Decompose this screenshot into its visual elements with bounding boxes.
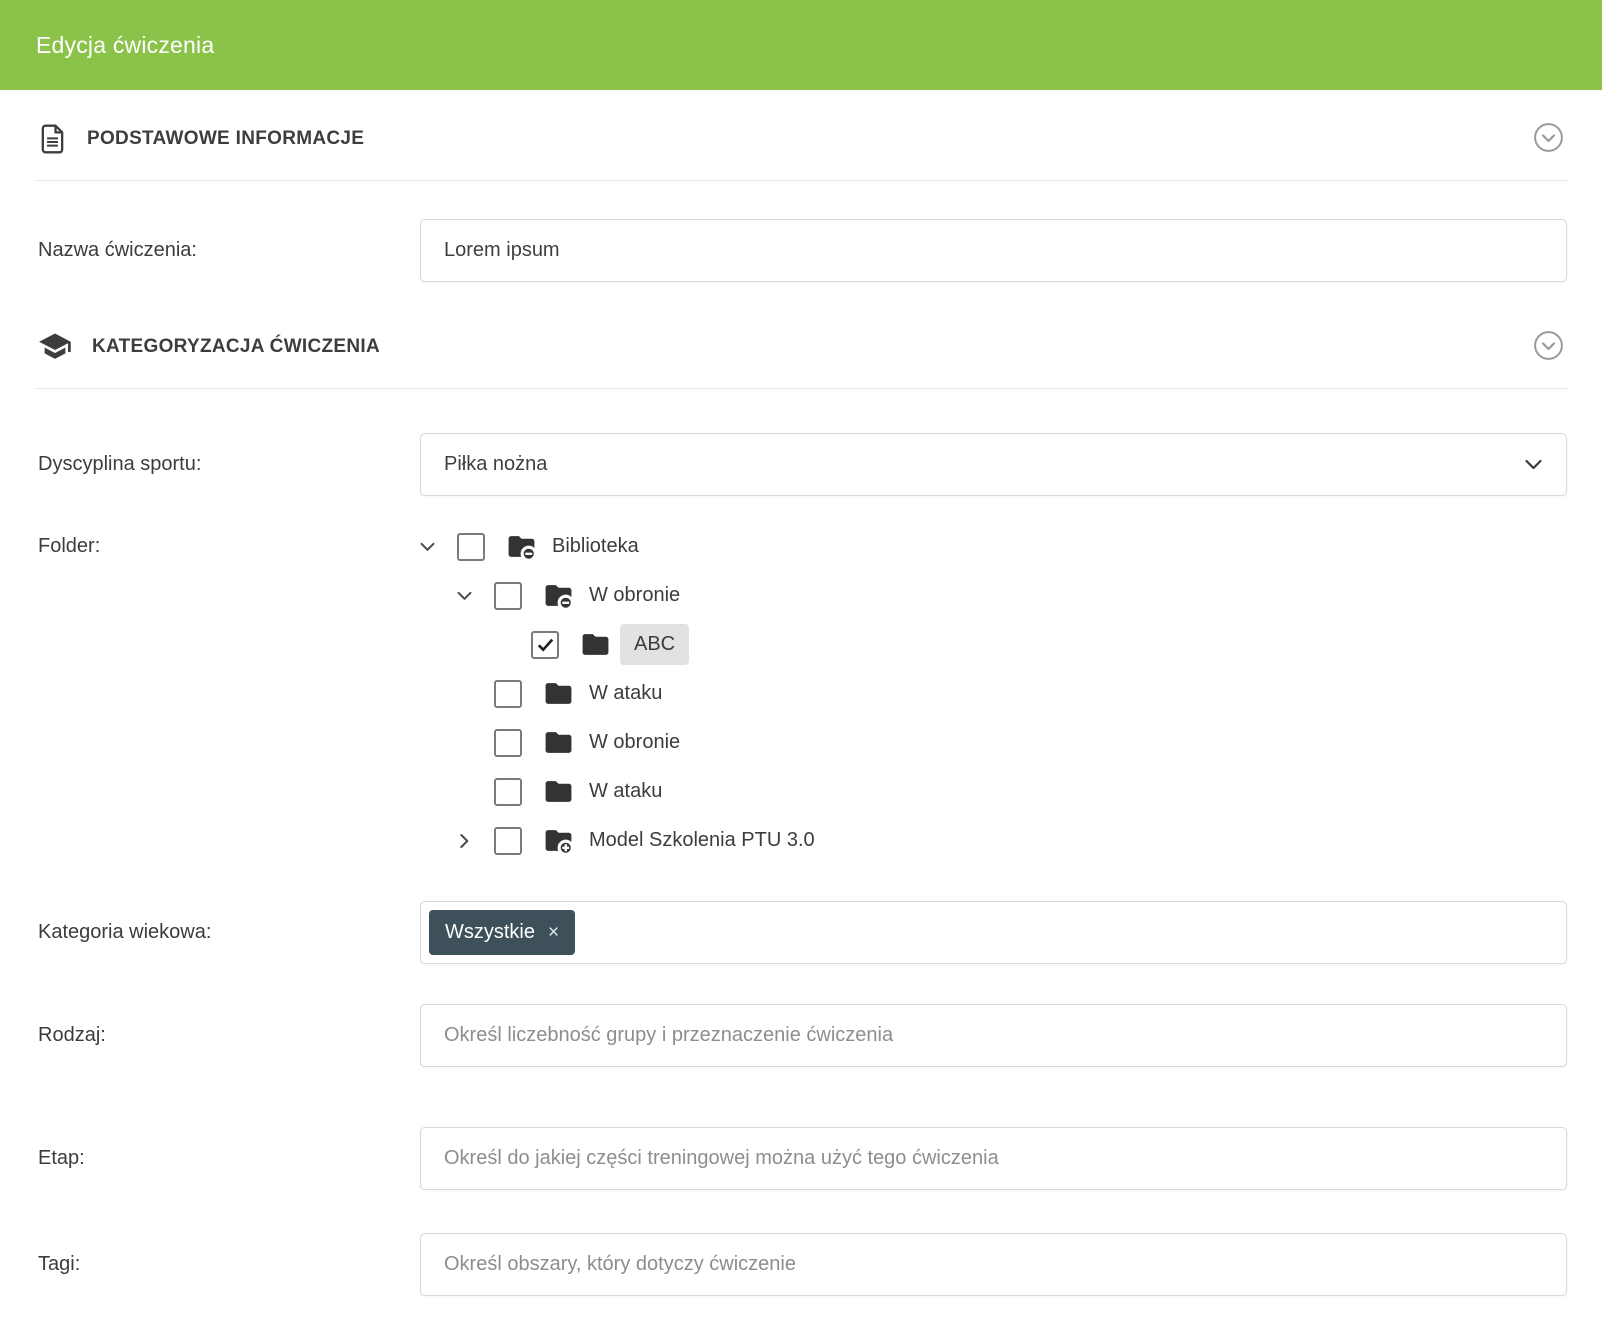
folder-icon [543, 678, 574, 709]
section-header-basic[interactable]: PODSTAWOWE INFORMACJE [35, 90, 1567, 181]
tree-item-label[interactable]: Biblioteka [552, 535, 639, 558]
name-label: Nazwa ćwiczenia: [35, 239, 420, 262]
tree-expander[interactable] [457, 591, 494, 601]
collapse-basic-button[interactable] [1533, 122, 1564, 156]
chevron-down-icon [1525, 459, 1542, 470]
selected-chip: Wszystkie × [429, 910, 575, 955]
kind-label: Rodzaj: [35, 1024, 420, 1047]
age-category-field-row: Kategoria wiekowa: Wszystkie × [35, 901, 1567, 964]
age-category-label: Kategoria wiekowa: [35, 921, 420, 944]
section-header-categorization[interactable]: KATEGORYZACJA ĆWICZENIA [35, 298, 1567, 389]
collapse-categorization-button[interactable] [1533, 330, 1564, 364]
graduation-cap-icon [38, 332, 72, 362]
stage-field-row: Etap: [35, 1127, 1567, 1190]
chip-remove-button[interactable]: × [548, 923, 559, 942]
folder-minus-icon [543, 580, 574, 611]
content: PODSTAWOWE INFORMACJE Nazwa ćwiczenia: K… [0, 90, 1602, 1296]
discipline-field-row: Dyscyplina sportu: Piłka nożna [35, 433, 1567, 496]
stage-input[interactable] [420, 1127, 1567, 1190]
folder-label: Folder: [35, 522, 420, 571]
tree-row: W obronie [420, 571, 1567, 620]
section-title-basic: PODSTAWOWE INFORMACJE [87, 128, 364, 150]
age-category-multiselect[interactable]: Wszystkie × [420, 901, 1567, 964]
page-title: Edycja ćwiczenia [36, 32, 214, 59]
tree-row: ABC [420, 620, 1567, 669]
tree-checkbox[interactable] [494, 827, 522, 855]
chevron-right-icon [460, 833, 470, 848]
stage-label: Etap: [35, 1147, 420, 1170]
name-field-row: Nazwa ćwiczenia: [35, 219, 1567, 282]
tree-item-label[interactable]: ABC [620, 624, 689, 665]
tree-checkbox[interactable] [494, 729, 522, 757]
tree-item-label[interactable]: W obronie [589, 584, 680, 607]
folder-plus-icon [543, 825, 574, 856]
folder-icon [543, 776, 574, 807]
tree-checkbox[interactable] [531, 631, 559, 659]
tree-checkbox[interactable] [494, 778, 522, 806]
tags-input[interactable] [420, 1233, 1567, 1296]
folder-field-row: Folder: Biblioteka W obronie [35, 522, 1567, 865]
folder-icon [543, 727, 574, 758]
tree-row: Model Szkolenia PTU 3.0 [420, 816, 1567, 865]
discipline-label: Dyscyplina sportu: [35, 453, 420, 476]
folder-icon [580, 629, 611, 660]
tree-row: W ataku [420, 767, 1567, 816]
section-title-categorization: KATEGORYZACJA ĆWICZENIA [92, 336, 380, 358]
kind-field-row: Rodzaj: [35, 1004, 1567, 1067]
tree-item-label[interactable]: W ataku [589, 780, 662, 803]
folder-minus-icon [506, 531, 537, 562]
discipline-selected-value: Piłka nożna [444, 453, 547, 476]
tree-checkbox[interactable] [457, 533, 485, 561]
chevron-down-icon [420, 542, 435, 552]
tree-expander[interactable] [457, 836, 494, 846]
tree-row: Biblioteka [420, 522, 1567, 571]
chevron-down-circle-icon [1533, 122, 1564, 156]
app-header: Edycja ćwiczenia [0, 0, 1602, 90]
tree-item-label[interactable]: Model Szkolenia PTU 3.0 [589, 829, 815, 852]
tags-label: Tagi: [35, 1253, 420, 1276]
tree-expander[interactable] [420, 542, 457, 552]
tree-row: W obronie [420, 718, 1567, 767]
tags-field-row: Tagi: [35, 1233, 1567, 1296]
name-input[interactable] [420, 219, 1567, 282]
document-icon [38, 123, 67, 155]
tree-checkbox[interactable] [494, 680, 522, 708]
tree-item-label[interactable]: W ataku [589, 682, 662, 705]
folder-tree: Biblioteka W obronie ABC W ata [420, 522, 1567, 865]
chevron-down-circle-icon [1533, 330, 1564, 364]
tree-row: W ataku [420, 669, 1567, 718]
tree-item-label[interactable]: W obronie [589, 731, 680, 754]
chip-label: Wszystkie [445, 921, 535, 944]
kind-input[interactable] [420, 1004, 1567, 1067]
chevron-down-icon [457, 591, 472, 601]
discipline-select[interactable]: Piłka nożna [420, 433, 1567, 496]
tree-checkbox[interactable] [494, 582, 522, 610]
